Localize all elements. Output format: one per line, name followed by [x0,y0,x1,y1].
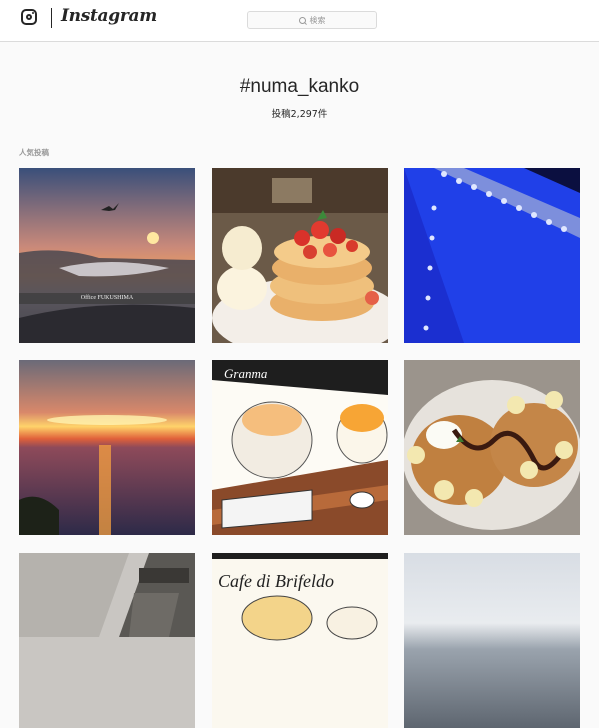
post-thumbnail[interactable] [404,168,580,343]
kakigori-artwork-lettering: Granma [224,366,268,381]
blue-steel-photo [404,168,580,343]
top-nav-bar: Instagram 検索 [0,0,599,42]
post-thumbnail[interactable] [19,553,195,728]
seaside-sunset-photo [19,168,195,343]
sea-sunset-photo [19,360,195,535]
post-thumbnail[interactable] [404,553,580,728]
search-icon [298,16,306,24]
instagram-wordmark[interactable]: Instagram [61,6,157,26]
hashtag-title: #numa_kanko [239,76,360,97]
post-thumbnail[interactable]: Granma [212,360,388,535]
post-thumbnail[interactable] [404,360,580,535]
logo-divider [51,8,52,28]
post-thumbnail[interactable]: Cafe di Brifeldo [212,553,388,728]
search-input[interactable]: 検索 [247,11,377,29]
cafe-artwork-lettering: Cafe di Brifeldo [218,571,334,591]
top-posts-label: 人気投稿 [19,148,49,157]
banana-pancakes-photo [404,360,580,535]
post-count: 投稿2,297件 [271,109,328,120]
post-thumbnail[interactable] [212,168,388,343]
cafe-illustration-photo: Cafe di Brifeldo [212,553,388,728]
post-thumbnail[interactable]: Office FUKUSHIMA [19,168,195,343]
watermark-caption: Office FUKUSHIMA [19,293,195,304]
strawberry-pancakes-photo [212,168,388,343]
kakigori-illustration-photo: Granma [212,360,388,535]
instagram-camera-icon[interactable] [21,9,37,25]
post-thumbnail[interactable] [19,360,195,535]
misty-sea-photo [404,553,580,728]
tower-photo [19,553,195,728]
search-placeholder: 検索 [309,15,326,25]
